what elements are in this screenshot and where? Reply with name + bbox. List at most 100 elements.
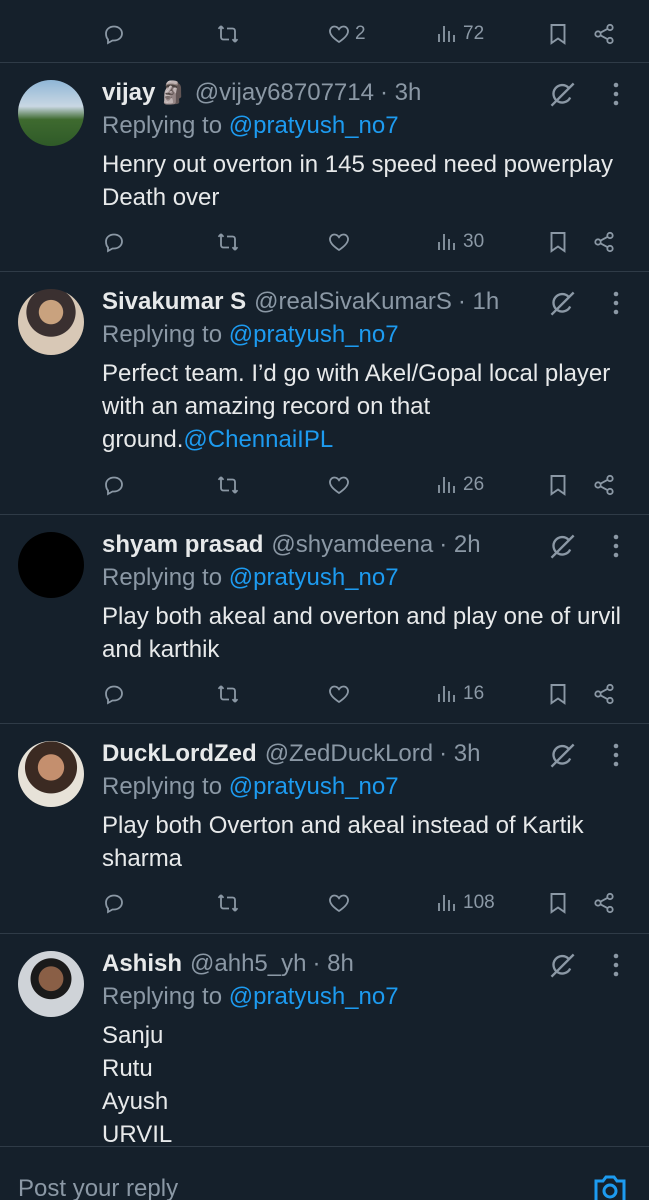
reply-icon bbox=[102, 473, 126, 497]
reply-icon bbox=[102, 22, 126, 46]
share-button[interactable] bbox=[592, 14, 616, 54]
display-name[interactable]: DuckLordZed bbox=[102, 740, 257, 768]
reply-button[interactable] bbox=[102, 14, 126, 54]
share-icon bbox=[592, 22, 616, 46]
like-button[interactable] bbox=[327, 222, 351, 262]
handle[interactable]: @realSivaKumarS bbox=[254, 288, 452, 316]
bookmark-button[interactable] bbox=[546, 222, 570, 262]
more-options-icon[interactable] bbox=[606, 951, 626, 979]
like-button[interactable] bbox=[327, 883, 351, 923]
reply-button[interactable] bbox=[102, 883, 126, 923]
avatar[interactable] bbox=[18, 80, 84, 146]
repost-icon bbox=[216, 891, 240, 915]
handle[interactable]: @vijay68707714 bbox=[195, 79, 374, 107]
avatar[interactable] bbox=[18, 289, 84, 355]
tweet-text: Play both Overton and akeal instead of K… bbox=[102, 812, 584, 872]
timestamp[interactable]: · 3h bbox=[380, 79, 421, 107]
share-icon bbox=[592, 891, 616, 915]
share-icon bbox=[592, 230, 616, 254]
replying-to: Replying to @pratyush_no7 bbox=[102, 321, 399, 348]
camera-icon[interactable] bbox=[590, 1169, 630, 1200]
replying-to: Replying to @pratyush_no7 bbox=[102, 112, 399, 139]
share-button[interactable] bbox=[592, 883, 616, 923]
display-name[interactable]: Ashish bbox=[102, 950, 182, 978]
bookmark-button[interactable] bbox=[546, 883, 570, 923]
handle[interactable]: @ahh5_yh bbox=[190, 950, 306, 978]
more-options-icon[interactable] bbox=[606, 532, 626, 560]
more-options-icon[interactable] bbox=[606, 289, 626, 317]
replying-handle[interactable]: @pratyush_no7 bbox=[229, 983, 399, 1010]
views-button[interactable]: 108 bbox=[435, 883, 495, 923]
bookmark-button[interactable] bbox=[546, 465, 570, 505]
views-icon bbox=[435, 682, 459, 706]
replying-to: Replying to @pratyush_no7 bbox=[102, 773, 399, 800]
like-button[interactable] bbox=[327, 674, 351, 714]
display-name[interactable]: shyam prasad bbox=[102, 531, 263, 559]
timestamp[interactable]: · 2h bbox=[439, 531, 480, 559]
views-button[interactable]: 26 bbox=[435, 465, 484, 505]
handle[interactable]: @shyamdeena bbox=[271, 531, 433, 559]
bookmark-button[interactable] bbox=[546, 14, 570, 54]
display-name[interactable]: Sivakumar S bbox=[102, 288, 246, 316]
text-line: Ayush bbox=[102, 1088, 169, 1115]
grok-icon[interactable] bbox=[548, 951, 576, 979]
timestamp[interactable]: · 8h bbox=[312, 950, 353, 978]
like-button[interactable]: 2 bbox=[327, 14, 366, 54]
name-emoji: 🗿 bbox=[159, 80, 187, 105]
view-count: 72 bbox=[463, 23, 485, 44]
repost-button[interactable] bbox=[216, 674, 240, 714]
replying-handle[interactable]: @pratyush_no7 bbox=[229, 112, 399, 139]
grok-icon[interactable] bbox=[548, 741, 576, 769]
reply-button[interactable] bbox=[102, 465, 126, 505]
share-icon bbox=[592, 682, 616, 706]
display-name[interactable]: vijay bbox=[102, 79, 155, 107]
share-button[interactable] bbox=[592, 674, 616, 714]
more-options-icon[interactable] bbox=[606, 741, 626, 769]
reply-button[interactable] bbox=[102, 222, 126, 262]
avatar[interactable] bbox=[18, 741, 84, 807]
reply-button[interactable] bbox=[102, 674, 126, 714]
heart-icon bbox=[327, 230, 351, 254]
text-line: Rutu bbox=[102, 1055, 153, 1082]
repost-button[interactable] bbox=[216, 14, 240, 54]
like-button[interactable] bbox=[327, 465, 351, 505]
view-count: 16 bbox=[463, 683, 485, 704]
views-icon bbox=[435, 230, 459, 254]
more-options-icon[interactable] bbox=[606, 80, 626, 108]
replying-to: Replying to @pratyush_no7 bbox=[102, 983, 399, 1010]
tweet-text: Perfect team. I’d go with Akel/Gopal loc… bbox=[102, 360, 611, 453]
views-button[interactable]: 72 bbox=[435, 14, 484, 54]
avatar[interactable] bbox=[18, 532, 84, 598]
divider bbox=[0, 62, 649, 63]
repost-button[interactable] bbox=[216, 222, 240, 262]
tweet-text: Sanju Rutu Ayush URVIL bbox=[102, 1019, 632, 1151]
mention-link[interactable]: @ChennaiIPL bbox=[183, 426, 333, 453]
replying-to: Replying to @pratyush_no7 bbox=[102, 564, 399, 591]
replying-handle[interactable]: @pratyush_no7 bbox=[229, 321, 399, 348]
share-button[interactable] bbox=[592, 222, 616, 262]
replying-handle[interactable]: @pratyush_no7 bbox=[229, 564, 399, 591]
timestamp[interactable]: · 3h bbox=[439, 740, 480, 768]
reply-icon bbox=[102, 891, 126, 915]
tweet-text: Henry out overton in 145 speed need powe… bbox=[102, 151, 614, 211]
grok-icon[interactable] bbox=[548, 289, 576, 317]
repost-button[interactable] bbox=[216, 465, 240, 505]
repost-button[interactable] bbox=[216, 883, 240, 923]
views-button[interactable]: 16 bbox=[435, 674, 484, 714]
reply-input[interactable]: Post your reply bbox=[18, 1175, 178, 1200]
bookmark-button[interactable] bbox=[546, 674, 570, 714]
view-count: 26 bbox=[463, 474, 485, 495]
replying-handle[interactable]: @pratyush_no7 bbox=[229, 773, 399, 800]
handle[interactable]: @ZedDuckLord bbox=[265, 740, 433, 768]
timestamp[interactable]: · 1h bbox=[458, 288, 499, 316]
reply-icon bbox=[102, 682, 126, 706]
avatar[interactable] bbox=[18, 951, 84, 1017]
views-button[interactable]: 30 bbox=[435, 222, 484, 262]
share-button[interactable] bbox=[592, 465, 616, 505]
grok-icon[interactable] bbox=[548, 532, 576, 560]
divider bbox=[0, 933, 649, 934]
tweet-action-bar: 30 bbox=[102, 222, 622, 262]
repost-icon bbox=[216, 473, 240, 497]
grok-icon[interactable] bbox=[548, 80, 576, 108]
divider bbox=[0, 271, 649, 272]
